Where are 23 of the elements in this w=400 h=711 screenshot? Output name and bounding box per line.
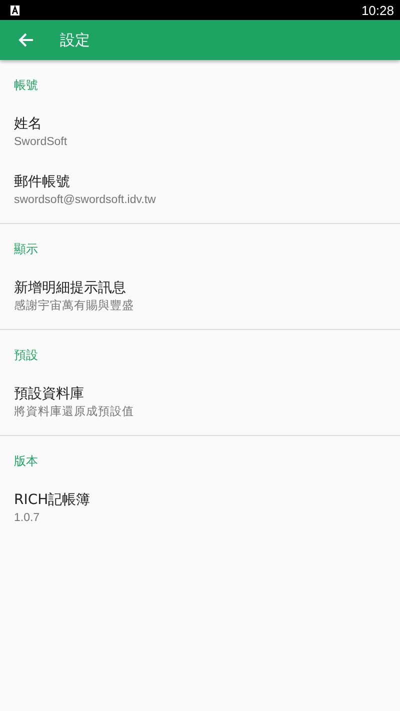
preference-title: 新增明細提示訊息 <box>14 279 127 298</box>
preference-title: 姓名 <box>14 115 43 134</box>
preference-summary: 感謝宇宙萬有賜與豐盛 <box>14 298 135 314</box>
clock-time: 10:28 <box>361 2 394 18</box>
preference-summary: 將資料庫還原成預設值 <box>14 404 135 420</box>
category-header: 帳號 <box>14 77 38 94</box>
preference-item[interactable]: RICH記帳簿 1.0.7 <box>0 480 400 538</box>
preference-summary: 1.0.7 <box>14 511 41 526</box>
notification-icon <box>10 4 20 16</box>
screen-title: 設定 <box>60 30 90 50</box>
back-arrow-icon <box>18 32 34 48</box>
category-header: 版本 <box>14 453 38 470</box>
category-header: 顯示 <box>14 241 38 258</box>
preference-item[interactable]: 姓名 SwordSoft <box>0 104 400 162</box>
preference-title: RICH記帳簿 <box>14 491 92 510</box>
preference-title: 預設資料庫 <box>14 385 85 404</box>
preference-item[interactable]: 預設資料庫 將資料庫還原成預設值 <box>0 374 400 432</box>
category-header: 預設 <box>14 347 38 364</box>
preference-summary: SwordSoft <box>14 135 68 150</box>
preference-title: 郵件帳號 <box>14 173 71 192</box>
preference-item[interactable]: 郵件帳號 swordsoft@swordsoft.idv.tw <box>0 162 400 220</box>
preference-summary: swordsoft@swordsoft.idv.tw <box>14 193 157 208</box>
preference-item[interactable]: 新增明細提示訊息 感謝宇宙萬有賜與豐盛 <box>0 268 400 326</box>
